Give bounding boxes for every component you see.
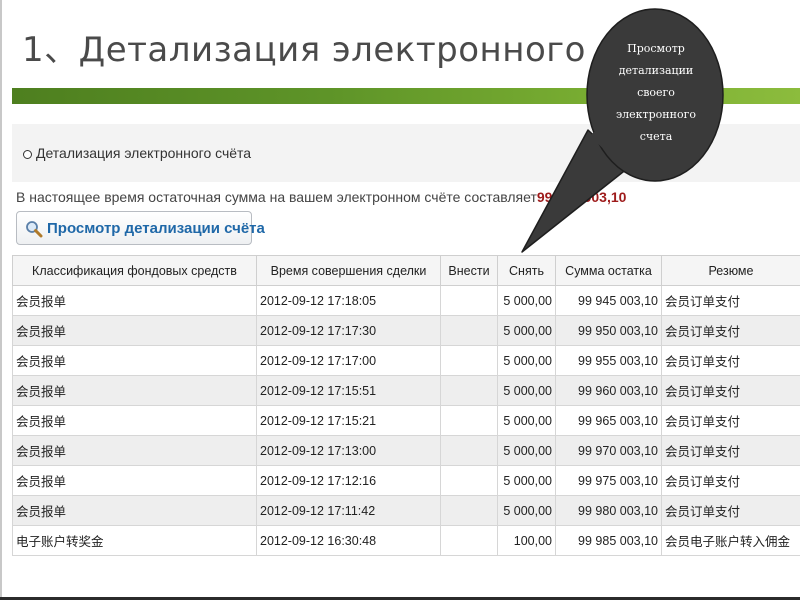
bullet-circle-icon — [23, 150, 32, 159]
cell-classification: 会员报单 — [12, 495, 257, 526]
cell-balance: 99 980 003,10 — [555, 495, 662, 526]
cell-deposit — [440, 435, 498, 466]
cell-time: 2012-09-12 17:17:30 — [256, 315, 441, 346]
cell-summary: 会员订单支付 — [661, 465, 800, 496]
table-row: 会员报单 2012-09-12 17:17:30 5 000,00 99 950… — [12, 315, 800, 346]
cell-deposit — [440, 315, 498, 346]
balance-line: В настоящее время остаточная сумма на ва… — [16, 189, 626, 205]
cell-summary: 会员订单支付 — [661, 435, 800, 466]
table-row: 会员报单 2012-09-12 17:17:00 5 000,00 99 955… — [12, 345, 800, 376]
balance-prefix: В настоящее время остаточная сумма на ва… — [16, 189, 537, 205]
callout-line: счета — [639, 130, 673, 143]
cell-summary: 会员订单支付 — [661, 375, 800, 406]
cell-balance: 99 950 003,10 — [555, 315, 662, 346]
cell-classification: 会员报单 — [12, 285, 257, 316]
callout-line: детализации — [618, 64, 694, 77]
account-details-table: Классификация фондовых средств Время сов… — [12, 255, 800, 556]
callout-line: своего — [637, 86, 675, 99]
slide-left-border — [0, 0, 2, 600]
cell-balance: 99 965 003,10 — [555, 405, 662, 436]
table-row: 会员报单 2012-09-12 17:15:21 5 000,00 99 965… — [12, 405, 800, 436]
cell-withdraw: 5 000,00 — [497, 345, 556, 376]
cell-withdraw: 5 000,00 — [497, 435, 556, 466]
cell-deposit — [440, 375, 498, 406]
cell-withdraw: 5 000,00 — [497, 285, 556, 316]
cell-classification: 会员报单 — [12, 465, 257, 496]
cell-time: 2012-09-12 17:15:51 — [256, 375, 441, 406]
cell-time: 2012-09-12 17:17:00 — [256, 345, 441, 376]
cell-deposit — [440, 495, 498, 526]
callout-line: электронного — [616, 108, 696, 121]
table-row: 会员报单 2012-09-12 17:12:16 5 000,00 99 975… — [12, 465, 800, 496]
callout-line: Просмотр — [627, 42, 685, 55]
table-row: 会员报单 2012-09-12 17:13:00 5 000,00 99 970… — [12, 435, 800, 466]
view-details-label: Просмотр детализации счёта — [47, 220, 265, 237]
cell-withdraw: 5 000,00 — [497, 405, 556, 436]
cell-deposit — [440, 525, 498, 556]
cell-time: 2012-09-12 17:13:00 — [256, 435, 441, 466]
view-details-button[interactable]: Просмотр детализации счёта — [16, 211, 265, 245]
cell-summary: 会员电子账户转入佣金 — [661, 525, 800, 556]
cell-deposit — [440, 405, 498, 436]
magnifier-icon — [25, 220, 43, 238]
cell-deposit — [440, 285, 498, 316]
table-row: 电子账户转奖金 2012-09-12 16:30:48 100,00 99 98… — [12, 525, 800, 556]
cell-summary: 会员订单支付 — [661, 405, 800, 436]
header-transaction-time[interactable]: Время совершения сделки — [256, 255, 441, 286]
cell-balance: 99 955 003,10 — [555, 345, 662, 376]
cell-classification: 会员报单 — [12, 435, 257, 466]
cell-time: 2012-09-12 17:12:16 — [256, 465, 441, 496]
cell-time: 2012-09-12 17:11:42 — [256, 495, 441, 526]
cell-summary: 会员订单支付 — [661, 315, 800, 346]
cell-withdraw: 5 000,00 — [497, 375, 556, 406]
header-fund-classification[interactable]: Классификация фондовых средств — [12, 255, 257, 286]
cell-classification: 会员报单 — [12, 405, 257, 436]
table-header-row: Классификация фондовых средств Время сов… — [12, 255, 800, 286]
cell-classification: 电子账户转奖金 — [12, 525, 257, 556]
cell-classification: 会员报单 — [12, 315, 257, 346]
header-withdraw[interactable]: Снять — [497, 255, 556, 286]
cell-time: 2012-09-12 17:18:05 — [256, 285, 441, 316]
cell-withdraw: 5 000,00 — [497, 465, 556, 496]
header-deposit[interactable]: Внести — [440, 255, 498, 286]
cell-balance: 99 985 003,10 — [555, 525, 662, 556]
cell-classification: 会员报单 — [12, 345, 257, 376]
cell-balance: 99 975 003,10 — [555, 465, 662, 496]
cell-summary: 会员订单支付 — [661, 285, 800, 316]
cell-withdraw: 100,00 — [497, 525, 556, 556]
cell-summary: 会员订单支付 — [661, 495, 800, 526]
cell-balance: 99 945 003,10 — [555, 285, 662, 316]
balance-amount: 99 945 003,10 — [536, 189, 627, 205]
cell-classification: 会员报单 — [12, 375, 257, 406]
header-summary[interactable]: Резюме — [661, 255, 800, 286]
cell-deposit — [440, 465, 498, 496]
cell-withdraw: 5 000,00 — [497, 495, 556, 526]
cell-deposit — [440, 345, 498, 376]
cell-withdraw: 5 000,00 — [497, 315, 556, 346]
section-title: Детализация электронного счёта — [36, 145, 252, 161]
cell-balance: 99 960 003,10 — [555, 375, 662, 406]
cell-balance: 99 970 003,10 — [555, 435, 662, 466]
table-row: 会员报单 2012-09-12 17:15:51 5 000,00 99 960… — [12, 375, 800, 406]
callout-text: Просмотр детализации своего электронного… — [588, 38, 724, 148]
slide: 1、Детализация электронного счёта Детализ… — [0, 0, 800, 600]
header-balance[interactable]: Сумма остатка — [555, 255, 662, 286]
cell-time: 2012-09-12 17:15:21 — [256, 405, 441, 436]
cell-summary: 会员订单支付 — [661, 345, 800, 376]
table-row: 会员报单 2012-09-12 17:11:42 5 000,00 99 980… — [12, 495, 800, 526]
cell-time: 2012-09-12 16:30:48 — [256, 525, 441, 556]
table-row: 会员报单 2012-09-12 17:18:05 5 000,00 99 945… — [12, 285, 800, 316]
